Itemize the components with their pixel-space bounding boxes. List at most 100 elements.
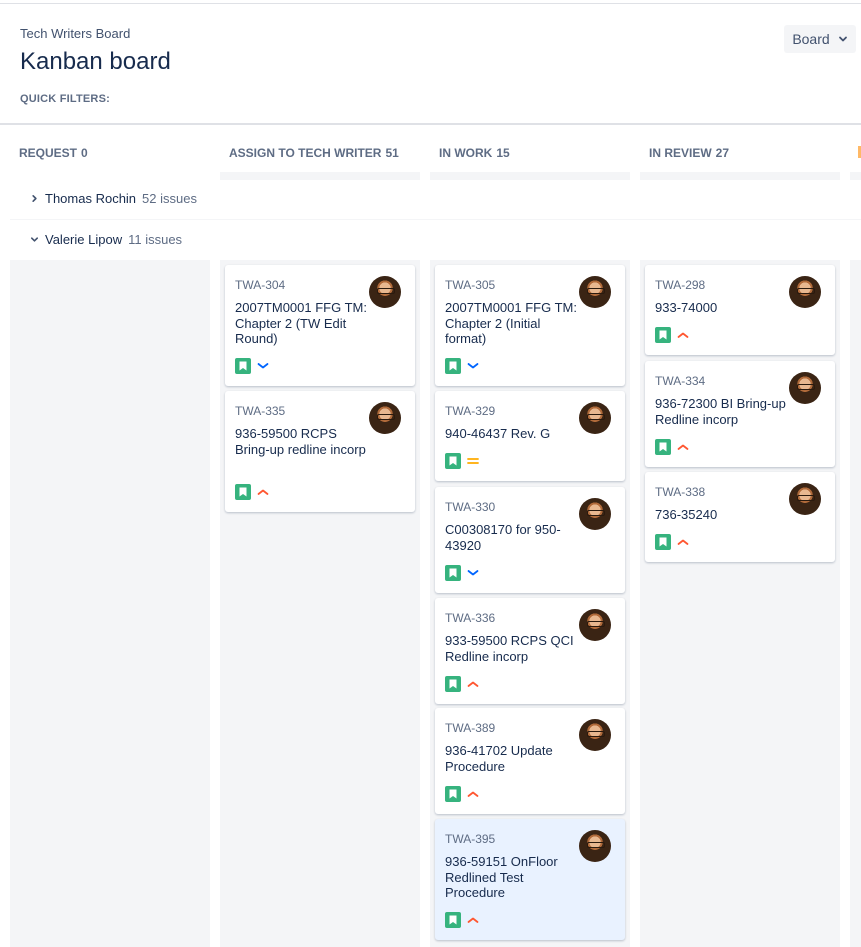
priority-high-icon [677, 332, 689, 338]
issue-card[interactable]: TWA-329 940-46437 Rev. G [435, 391, 625, 481]
board-button-label: Board [792, 31, 830, 47]
priority-high-icon [467, 917, 479, 923]
top-border [0, 3, 861, 4]
issue-card[interactable]: TWA-389 936-41702 Update Procedure [435, 708, 625, 814]
issue-key[interactable]: TWA-330 [445, 500, 495, 514]
assignee-avatar[interactable] [579, 719, 611, 751]
column-count: 15 [496, 146, 510, 160]
issue-summary: 2007TM0001 FFG TM: Chapter 2 (TW Edit Ro… [235, 300, 367, 346]
issue-key[interactable]: TWA-329 [445, 404, 495, 418]
issue-key[interactable]: TWA-335 [235, 404, 285, 418]
issue-card[interactable]: TWA-298 933-74000 [645, 265, 835, 355]
column-request-body [10, 260, 210, 947]
issue-key[interactable]: TWA-298 [655, 278, 705, 292]
assignee-avatar[interactable] [579, 609, 611, 641]
page-title: Kanban board [20, 48, 171, 75]
issue-summary: C00308170 for 950-43920 [445, 522, 561, 553]
assignee-avatar[interactable] [369, 276, 401, 308]
story-type-icon [655, 534, 671, 550]
bookmark-icon [659, 330, 667, 340]
bookmark-icon [659, 442, 667, 452]
swimlane-count: 11 issues [128, 232, 183, 247]
bookmark-icon [449, 361, 457, 371]
assignee-avatar[interactable] [579, 498, 611, 530]
bookmark-icon [239, 487, 247, 497]
issue-card[interactable]: TWA-305 2007TM0001 FFG TM: Chapter 2 (Ini… [435, 265, 625, 386]
priority-high-icon [677, 539, 689, 545]
issue-key[interactable]: TWA-304 [235, 278, 285, 292]
swimlane-name: Valerie Lipow [45, 232, 123, 247]
column-name: ASSIGN TO TECH WRITER [229, 146, 382, 160]
swimlane-divider [10, 219, 861, 220]
swimlane-thomas-rochin[interactable]: Thomas Rochin 52 issues [30, 191, 197, 206]
issue-summary: 2007TM0001 FFG TM: Chapter 2 (Initial fo… [445, 300, 577, 346]
issue-key[interactable]: TWA-395 [445, 832, 495, 846]
issue-summary: 936-41702 Update Procedure [445, 743, 553, 774]
column-header-assign-to-tech-writer: ASSIGN TO TECH WRITER 51 [229, 146, 399, 160]
breadcrumb[interactable]: Tech Writers Board [20, 26, 130, 41]
issue-key[interactable]: TWA-389 [445, 721, 495, 735]
chevron-down-icon [30, 237, 39, 242]
bookmark-icon [449, 456, 457, 466]
story-type-icon [235, 484, 251, 500]
column-count: 0 [81, 146, 88, 160]
column-strip [850, 172, 861, 180]
issue-card[interactable]: TWA-395 936-59151 OnFloor Redlined Test P… [435, 819, 625, 940]
column-header-request: REQUEST 0 [19, 146, 88, 160]
assignee-avatar[interactable] [579, 830, 611, 862]
priority-high-icon [467, 681, 479, 687]
swimlane-valerie-lipow[interactable]: Valerie Lipow 11 issues [30, 232, 182, 247]
column-strip [640, 172, 840, 180]
priority-low-icon [467, 570, 479, 576]
assignee-avatar[interactable] [789, 276, 821, 308]
issue-key[interactable]: TWA-338 [655, 485, 705, 499]
assignee-avatar[interactable] [579, 402, 611, 434]
column-strip [220, 172, 420, 180]
header-divider [0, 123, 861, 125]
story-type-icon [445, 358, 461, 374]
chevron-down-icon [838, 36, 847, 42]
bookmark-icon [449, 915, 457, 925]
priority-high-icon [677, 444, 689, 450]
column-header-in-review: IN REVIEW 27 [649, 146, 729, 160]
issue-card[interactable]: TWA-304 2007TM0001 FFG TM: Chapter 2 (TW … [225, 265, 415, 386]
issue-summary: 936-59151 OnFloor Redlined Test Procedur… [445, 854, 558, 900]
story-type-icon [445, 912, 461, 928]
priority-low-icon [257, 363, 269, 369]
story-type-icon [445, 453, 461, 469]
bookmark-icon [449, 789, 457, 799]
assignee-avatar[interactable] [579, 276, 611, 308]
issue-card[interactable]: TWA-336 933-59500 RCPS QCI Redline incorp [435, 598, 625, 704]
swimlane-count: 52 issues [142, 191, 197, 206]
column-count: 27 [715, 146, 730, 160]
column-strip [430, 172, 630, 180]
chevron-right-icon [32, 194, 37, 203]
story-type-icon [445, 565, 461, 581]
assignee-avatar[interactable] [789, 483, 821, 515]
issue-key[interactable]: TWA-334 [655, 374, 705, 388]
board-menu-button[interactable]: Board [784, 25, 856, 53]
column-name: IN REVIEW [649, 146, 712, 160]
story-type-icon [445, 676, 461, 692]
bookmark-icon [659, 537, 667, 547]
issue-summary: 940-46437 Rev. G [445, 426, 551, 441]
issue-card[interactable]: TWA-338 736-35240 [645, 472, 835, 562]
bookmark-icon [239, 361, 247, 371]
column-next-body [850, 260, 861, 947]
column-header-in-work: IN WORK 15 [439, 146, 510, 160]
issue-card[interactable]: TWA-335 936-59500 RCPS Bring-up redline i… [225, 391, 415, 512]
issue-summary: 936-72300 BI Bring-up Redline incorp [655, 396, 786, 427]
issue-key[interactable]: TWA-305 [445, 278, 495, 292]
issue-summary: 933-59500 RCPS QCI Redline incorp [445, 633, 574, 664]
assignee-avatar[interactable] [789, 372, 821, 404]
priority-high-icon [257, 489, 269, 495]
assignee-avatar[interactable] [369, 402, 401, 434]
priority-medium-icon [467, 458, 479, 464]
issue-card[interactable]: TWA-330 C00308170 for 950-43920 [435, 487, 625, 593]
quick-filters-label: QUICK FILTERS: [20, 93, 110, 105]
column-name: REQUEST [19, 146, 78, 160]
story-type-icon [655, 327, 671, 343]
story-type-icon [235, 358, 251, 374]
issue-card[interactable]: TWA-334 936-72300 BI Bring-up Redline inc… [645, 361, 835, 467]
issue-key[interactable]: TWA-336 [445, 611, 495, 625]
